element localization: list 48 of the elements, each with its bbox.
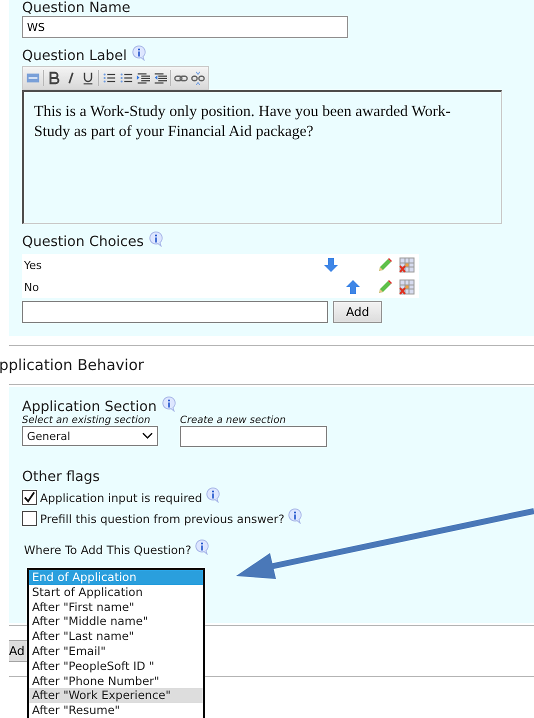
dropdown-option[interactable]: After "Resume" [29, 703, 203, 718]
info-icon[interactable] [205, 486, 222, 502]
choice-text: No [24, 280, 39, 294]
question-text: This is a Work-Study only position. Have you been awarded Work-Study as part of your Financial Aid package? [34, 103, 451, 140]
info-icon[interactable] [287, 508, 304, 524]
checkbox-label: Application input is required [40, 490, 202, 504]
section-heading: pplication Behavior [0, 356, 144, 374]
indent-icon[interactable] [136, 71, 150, 85]
field-label: Question Name [22, 0, 132, 16]
field-label: Application Section [22, 399, 157, 415]
input-field[interactable] [22, 301, 328, 323]
field-label: Question Label [22, 48, 127, 64]
outdent-icon[interactable] [153, 71, 167, 85]
dropdown-option[interactable]: After "Phone Number" [29, 674, 203, 688]
dropdown-option[interactable]: Start of Application [29, 584, 203, 600]
dropdown-option[interactable]: After "Middle name" [29, 614, 203, 630]
unlink-icon[interactable] [191, 71, 205, 85]
delete-grid-icon[interactable] [399, 257, 415, 273]
input-field[interactable] [180, 426, 327, 447]
field-label: Question Choices [22, 234, 144, 250]
chevron-down-icon [142, 432, 153, 440]
pencil-icon[interactable] [377, 279, 393, 295]
checkbox[interactable] [22, 490, 37, 505]
info-icon[interactable] [130, 45, 147, 61]
info-icon[interactable] [194, 538, 210, 554]
info-icon[interactable] [160, 396, 177, 412]
checkbox[interactable] [22, 511, 37, 526]
hint-text: Select an existing section [22, 415, 152, 426]
pencil-icon[interactable] [377, 257, 393, 273]
bold-icon[interactable] [47, 71, 61, 85]
numbered-list-icon[interactable] [102, 71, 116, 85]
checkbox-label: Prefill this question from previous answer? [40, 512, 284, 526]
add-button[interactable]: Add [333, 301, 382, 323]
arrow-up-icon[interactable] [345, 279, 361, 295]
dropdown-option[interactable]: After "First name" [29, 600, 203, 614]
hint-text: Create a new section [180, 415, 287, 426]
underline-icon[interactable] [81, 71, 95, 85]
input-field[interactable]: WS [22, 16, 348, 38]
field-label: Other flags [22, 469, 101, 485]
arrow-down-icon[interactable] [323, 257, 339, 273]
delete-grid-icon[interactable] [399, 279, 415, 295]
dropdown-option[interactable]: After "Work Experience" [29, 688, 203, 704]
choice-text: Yes [24, 258, 42, 272]
info-icon[interactable] [148, 231, 164, 247]
section-select[interactable]: General [22, 426, 158, 446]
bulleted-list-icon[interactable] [119, 71, 133, 85]
text-editor[interactable]: This is a Work-Study only position. Have you been awarded Work-Study as part of your Financial Aid package? [22, 90, 502, 224]
field-label: Where To Add This Question? [24, 542, 192, 556]
